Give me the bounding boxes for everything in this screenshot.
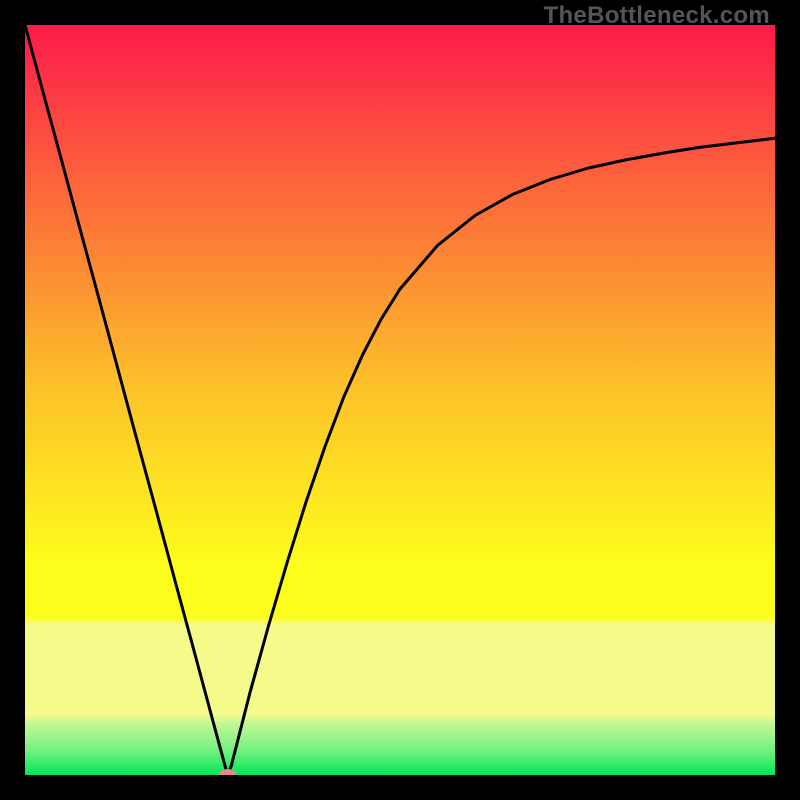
chart-frame: [25, 25, 775, 775]
watermark: TheBottleneck.com: [544, 2, 770, 30]
plot-area: [25, 25, 775, 775]
chart-svg: [25, 25, 775, 775]
gradient-bg: [25, 25, 775, 775]
